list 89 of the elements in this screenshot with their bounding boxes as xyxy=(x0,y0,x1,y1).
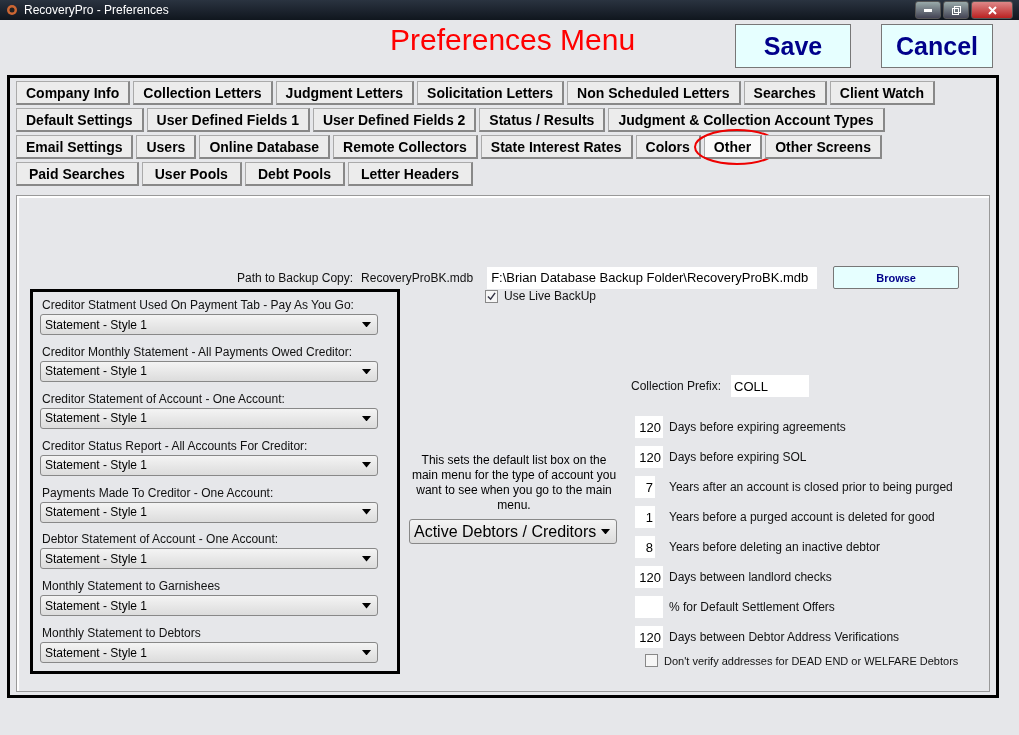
minimize-button[interactable] xyxy=(915,1,941,19)
statement-dropdown[interactable]: Statement - Style 1 xyxy=(40,501,378,523)
statement-label: Debtor Statement of Account - One Account: xyxy=(42,532,280,547)
statement-dropdown[interactable]: Statement - Style 1 xyxy=(40,360,378,382)
dont-verify-checkbox[interactable] xyxy=(645,654,658,667)
tab[interactable]: Other xyxy=(703,135,763,159)
number-field[interactable]: 120 xyxy=(635,446,663,468)
caret-icon xyxy=(362,462,371,468)
setting-label: % for Default Settlement Offers xyxy=(669,600,835,614)
live-backup-checkbox[interactable] xyxy=(485,289,498,303)
setting-label: Days between landlord checks xyxy=(669,570,832,584)
live-backup-label: Use Live BackUp xyxy=(504,289,597,303)
tab[interactable]: Judgment Letters xyxy=(275,81,415,105)
caret-icon xyxy=(362,368,371,375)
tab[interactable]: Colors xyxy=(635,135,701,159)
tab[interactable]: Remote Collectors xyxy=(333,135,478,159)
close-icon xyxy=(987,5,997,15)
statement-label: Payments Made To Creditor - One Account: xyxy=(42,485,275,500)
tab[interactable]: User Defined Fields 1 xyxy=(146,108,310,132)
setting-label: Days between Debtor Address Verifications xyxy=(669,630,900,644)
window-title: RecoveryPro - Preferences xyxy=(24,3,169,17)
statement-label: Creditor Statement of Account - One Account: xyxy=(42,391,286,406)
tab[interactable]: Users xyxy=(136,135,197,159)
statement-dropdown[interactable]: Statement - Style 1 xyxy=(40,548,378,570)
tab[interactable]: Status / Results xyxy=(479,108,606,132)
statement-label: Creditor Statment Used On Payment Tab - Pay As You Go: xyxy=(42,298,355,312)
tab[interactable]: Default Settings xyxy=(16,108,144,132)
tab[interactable]: Email Settings xyxy=(16,135,134,159)
default-list-dropdown[interactable]: Active Debtors / Creditors xyxy=(409,519,617,544)
number-field[interactable]: 120 xyxy=(635,416,663,438)
statement-label: Creditor Monthly Statement - All Payments Owed Creditor: xyxy=(42,344,354,359)
caret-icon xyxy=(601,528,610,535)
save-button[interactable]: Save xyxy=(735,24,851,68)
number-field[interactable] xyxy=(635,596,663,618)
caret-icon xyxy=(362,509,371,515)
tab[interactable]: Collection Letters xyxy=(133,81,273,105)
tab[interactable]: Client Watch xyxy=(829,81,936,105)
restore-icon xyxy=(951,5,961,15)
tab[interactable]: Non Scheduled Letters xyxy=(567,81,741,105)
number-field[interactable]: 120 xyxy=(635,626,663,648)
tab[interactable]: Judgment & Collection Account Types xyxy=(608,108,885,132)
app-icon xyxy=(6,4,18,16)
tab[interactable]: Debt Pools xyxy=(244,162,345,186)
caret-icon xyxy=(362,649,371,656)
minimize-icon xyxy=(924,8,932,12)
setting-label: Days before expiring agreements xyxy=(669,420,846,434)
statement-dropdown[interactable]: Statement - Style 1 xyxy=(40,454,378,476)
check-icon xyxy=(487,291,496,301)
restore-button[interactable] xyxy=(943,1,969,19)
setting-label: Years before a purged account is deleted for good xyxy=(669,510,935,524)
tab[interactable]: Paid Searches xyxy=(16,162,139,186)
cancel-button[interactable]: Cancel xyxy=(881,24,993,68)
statement-label: Creditor Status Report - All Accounts For Creditor: xyxy=(42,438,309,453)
tab[interactable]: Solicitation Letters xyxy=(417,81,565,105)
collection-prefix-field[interactable]: COLL xyxy=(731,375,810,397)
tab[interactable]: Searches xyxy=(743,81,827,105)
statement-dropdown[interactable]: Statement - Style 1 xyxy=(40,314,378,335)
setting-label: Days before expiring SOL xyxy=(669,450,807,464)
page-title: Preferences Menu xyxy=(390,23,637,57)
dont-verify-label: Don't verify addresses for DEAD END or WELFARE Debtors xyxy=(664,654,959,667)
setting-label: Years after an account is closed prior to being purged xyxy=(669,480,953,494)
tab[interactable]: User Pools xyxy=(141,162,242,186)
caret-icon xyxy=(362,415,371,421)
browse-button[interactable]: Browse xyxy=(833,266,960,289)
number-field[interactable]: 7 xyxy=(635,476,655,498)
tab[interactable]: Letter Headers xyxy=(348,162,474,186)
tab[interactable]: Online Database xyxy=(199,135,331,159)
statement-label: Monthly Statement to Debtors xyxy=(42,626,202,641)
backup-file-name: RecoveryProBK.mdb xyxy=(361,270,474,285)
setting-label: Years before deleting an inactive debtor xyxy=(669,540,881,554)
tab[interactable]: Company Info xyxy=(16,81,131,105)
backup-path-label: Path to Backup Copy: xyxy=(237,270,354,285)
number-field[interactable]: 1 xyxy=(635,506,655,528)
caret-icon xyxy=(362,603,371,609)
tab[interactable]: User Defined Fields 2 xyxy=(312,108,477,132)
collection-prefix-label: Collection Prefix: xyxy=(631,379,722,393)
statement-label: Monthly Statement to Garnishees xyxy=(42,579,222,594)
statement-dropdown[interactable]: Statement - Style 1 xyxy=(40,407,378,429)
close-button[interactable] xyxy=(971,1,1013,19)
number-field[interactable]: 120 xyxy=(635,566,663,588)
tab[interactable]: State Interest Rates xyxy=(480,135,633,159)
statement-dropdown[interactable]: Statement - Style 1 xyxy=(40,642,378,664)
statement-dropdown[interactable]: Statement - Style 1 xyxy=(40,595,378,617)
tab[interactable]: Other Screens xyxy=(765,135,882,159)
default-list-description: This sets the default list box on the main menu for the type of account you want to see when you go to the main menu. xyxy=(410,453,618,513)
number-field[interactable]: 8 xyxy=(635,536,655,558)
caret-icon xyxy=(362,556,371,562)
backup-path-field[interactable]: F:\Brian Database Backup Folder\RecoveryProBK.mdb xyxy=(487,266,818,289)
caret-icon xyxy=(362,321,371,328)
